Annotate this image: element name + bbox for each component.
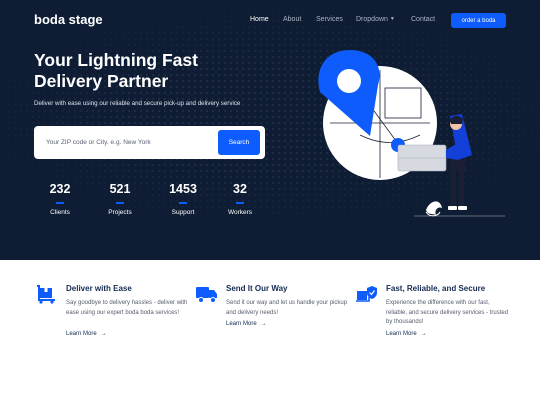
stat-clients: 232 Clients bbox=[40, 182, 80, 216]
nav-services[interactable]: Services bbox=[316, 16, 343, 23]
learn-more-link[interactable]: Learn More → bbox=[226, 321, 267, 327]
stat-workers: 32 Workers bbox=[220, 182, 260, 216]
stat-label: Projects bbox=[108, 208, 132, 216]
feature-title: Send It Our Way bbox=[226, 284, 288, 293]
feature-description: Say goodbye to delivery hassles - delive… bbox=[66, 300, 188, 316]
search-form: Search bbox=[34, 126, 265, 159]
hero-section: boda stage Home About Services Dropdown ▼… bbox=[0, 0, 540, 260]
arrow-right-icon: → bbox=[260, 321, 267, 327]
stat-value: 1453 bbox=[169, 182, 197, 196]
feature-title: Fast, Reliable, and Secure bbox=[386, 284, 486, 293]
nav-home[interactable]: Home bbox=[250, 16, 269, 23]
order-boda-button[interactable]: order a boda bbox=[451, 13, 506, 28]
hero-title: Your Lightning Fast Delivery Partner bbox=[34, 50, 198, 91]
brand-logo[interactable]: boda stage bbox=[34, 12, 103, 27]
stat-label: Clients bbox=[50, 208, 70, 216]
chevron-down-icon: ▼ bbox=[389, 16, 395, 22]
nav-about[interactable]: About bbox=[283, 16, 301, 23]
learn-more-link[interactable]: Learn More → bbox=[66, 331, 107, 337]
stat-divider bbox=[56, 202, 64, 204]
stat-value: 521 bbox=[109, 182, 131, 196]
delivery-illustration bbox=[318, 50, 505, 217]
nav-dropdown-label: Dropdown bbox=[356, 16, 388, 23]
location-search-input[interactable] bbox=[40, 131, 210, 154]
hero-subtitle: Deliver with ease using our reliable and… bbox=[34, 100, 241, 107]
stat-label: Workers bbox=[227, 208, 253, 216]
dolly-icon bbox=[37, 285, 55, 304]
truck-icon bbox=[196, 287, 217, 303]
stat-label: Support bbox=[171, 208, 195, 216]
nav-dropdown[interactable]: Dropdown ▼ bbox=[356, 16, 395, 23]
stat-divider bbox=[236, 202, 244, 204]
learn-more-link[interactable]: Learn More → bbox=[386, 331, 427, 337]
stat-divider bbox=[179, 202, 187, 204]
secure-delivery-icon bbox=[356, 286, 377, 302]
stat-projects: 521 Projects bbox=[100, 182, 140, 216]
arrow-right-icon: → bbox=[100, 331, 107, 337]
stat-value: 32 bbox=[233, 182, 247, 196]
arrow-right-icon: → bbox=[420, 331, 427, 337]
feature-description: Experience the difference with our fast,… bbox=[386, 300, 509, 325]
nav-contact[interactable]: Contact bbox=[411, 16, 435, 23]
feature-description: Send it our way and let us handle your p… bbox=[226, 300, 348, 316]
stat-divider bbox=[116, 202, 124, 204]
stat-support: 1453 Support bbox=[163, 182, 203, 216]
search-button[interactable]: Search bbox=[218, 130, 260, 155]
feature-title: Deliver with Ease bbox=[66, 284, 132, 293]
stat-value: 232 bbox=[49, 182, 71, 196]
